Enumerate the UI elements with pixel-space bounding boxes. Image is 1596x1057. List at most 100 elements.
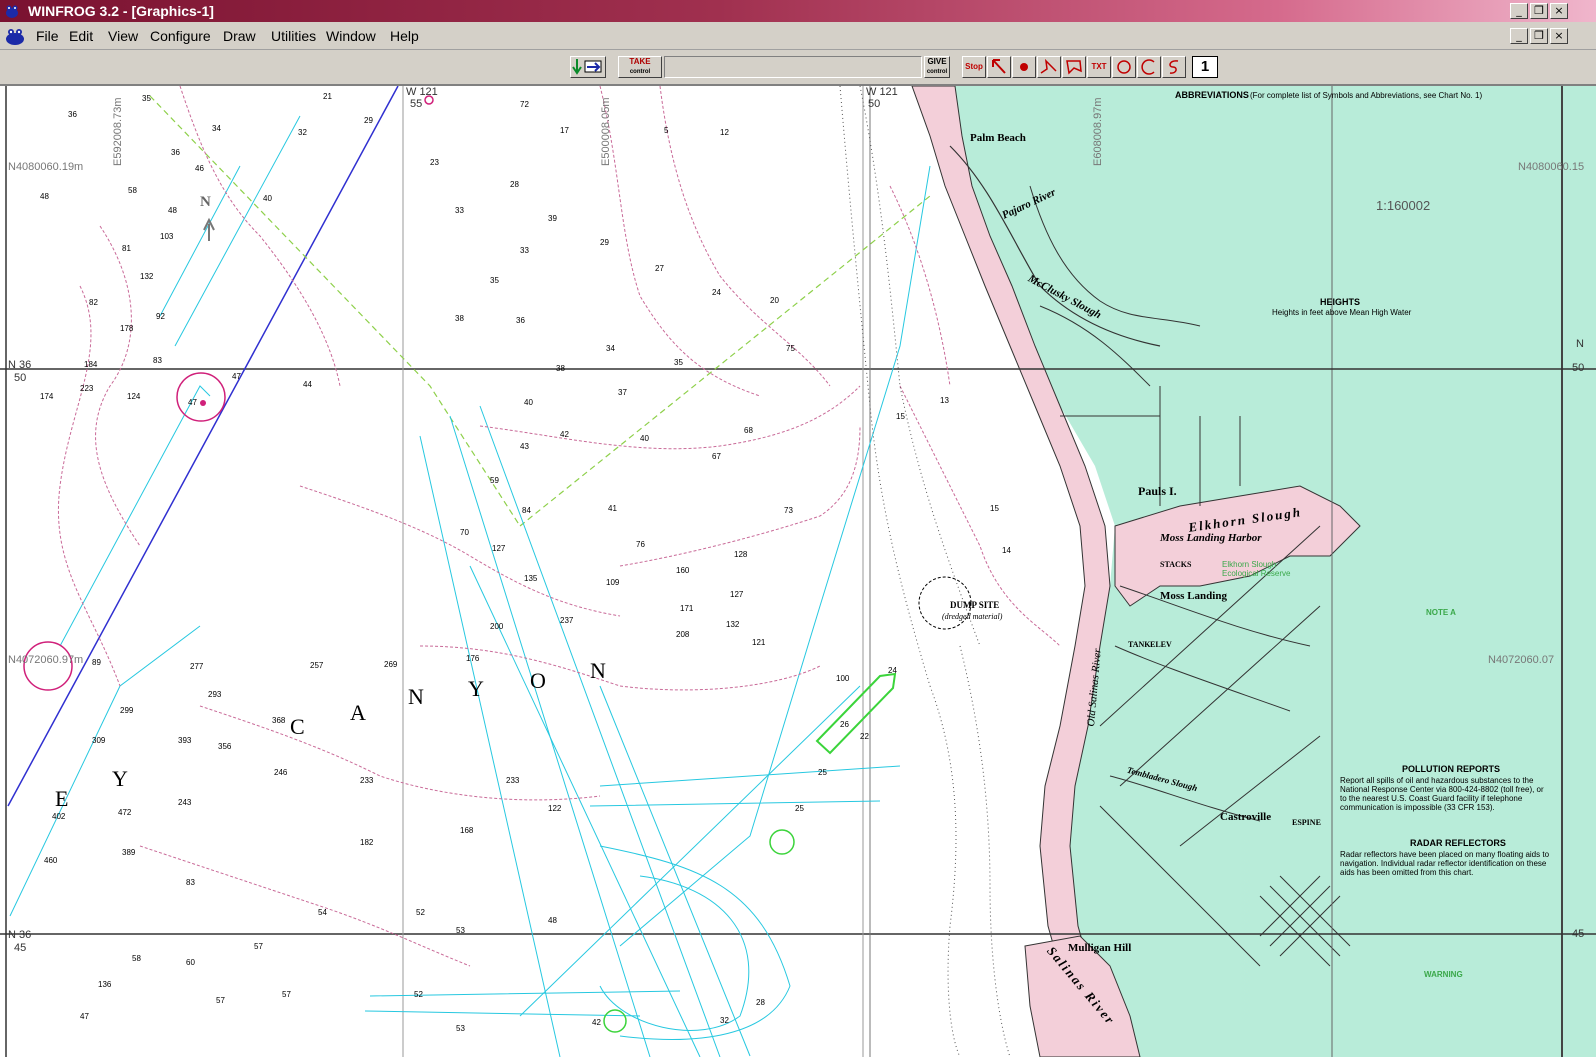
winfrog-app-icon[interactable]	[4, 3, 20, 19]
canyon-letter: N	[408, 684, 426, 709]
menu-configure[interactable]: Configure	[150, 28, 211, 44]
menu-view[interactable]: View	[108, 28, 138, 44]
polyline-tool-button[interactable]	[1037, 56, 1061, 78]
coord-n36-a-min: 50	[14, 372, 27, 384]
menu-bar: File Edit View Configure Draw Utilities …	[0, 22, 1596, 50]
transfer-icon	[572, 59, 602, 75]
canyon-letter: N	[590, 658, 608, 683]
point-icon	[1020, 63, 1028, 71]
select-tool-button[interactable]	[987, 56, 1011, 78]
stop-label: Stop	[965, 62, 983, 71]
reserve-label: Elkhorn Slough Ecological Reserve	[1222, 560, 1291, 578]
polygon-icon	[1066, 60, 1082, 75]
nautical-chart	[0, 86, 1596, 1057]
coord-e-left: E592008.73m	[112, 97, 124, 167]
menu-edit[interactable]: Edit	[69, 28, 93, 44]
curve-tool-button[interactable]	[1162, 56, 1186, 78]
coord-n-top-left: N4080060.19m	[8, 161, 84, 173]
doc-minimize-button[interactable]: _	[1510, 28, 1528, 44]
radar-title: RADAR REFLECTORS	[1410, 838, 1506, 848]
pollution-title: POLLUTION REPORTS	[1402, 764, 1501, 774]
north-label: N	[200, 194, 211, 210]
menu-help[interactable]: Help	[390, 28, 419, 44]
chart-canvas[interactable]: N4080060.19m N4080060.15 N4072060.97m N4…	[0, 86, 1596, 1057]
doc-close-button[interactable]: ×	[1550, 28, 1568, 44]
heights-text: Heights in feet above Mean High Water	[1272, 308, 1412, 317]
give-control-button[interactable]: GIVE control	[924, 56, 950, 78]
give-control-sub: control	[926, 69, 948, 75]
coord-n-right-a-min: 50	[1572, 362, 1585, 374]
place-stacks: STACKS	[1160, 560, 1192, 569]
coord-n-right-b: 45	[1572, 928, 1585, 940]
coord-w121-a: W 121	[406, 86, 438, 98]
abbreviations-subtitle: (For complete list of Symbols and Abbrev…	[1250, 91, 1483, 100]
place-palm-beach: Palm Beach	[970, 132, 1026, 144]
polygon-tool-button[interactable]	[1062, 56, 1086, 78]
coord-e-mid: E500008.05m	[600, 97, 612, 167]
coord-w121-b: W 121	[866, 86, 898, 98]
curve-icon	[1169, 60, 1179, 74]
circle-tool-button[interactable]	[1112, 56, 1136, 78]
coord-n-top-right: N4080060.15	[1518, 161, 1585, 173]
text-tool-label: TXT	[1091, 62, 1107, 71]
menu-utilities[interactable]: Utilities	[271, 28, 316, 44]
coord-w121-b-min: 50	[868, 98, 881, 110]
arc-icon	[1141, 59, 1155, 75]
canyon-letter: C	[290, 714, 307, 739]
place-castroville: Castroville	[1220, 811, 1272, 823]
coord-n36-b-min: 45	[14, 942, 27, 954]
abbreviations-title: ABBREVIATIONS	[1175, 90, 1249, 100]
menu-draw[interactable]: Draw	[223, 28, 256, 44]
note-a-title: NOTE A	[1426, 608, 1456, 617]
toolbar: TAKE control GIVE control Stop TXT 1	[0, 50, 1596, 86]
coord-e-right: E608008.97m	[1092, 97, 1104, 167]
take-control-button[interactable]: TAKE control	[618, 56, 662, 78]
point-tool-button[interactable]	[1012, 56, 1036, 78]
place-dump-site: DUMP SITE	[950, 600, 1000, 610]
close-button[interactable]: ×	[1550, 3, 1568, 19]
stop-button[interactable]: Stop	[962, 56, 986, 78]
place-espine: ESPINE	[1292, 818, 1321, 827]
coord-n-mid-right: N4072060.07	[1488, 654, 1555, 666]
place-pauls-island: Pauls I.	[1138, 484, 1177, 498]
place-dump-site-sub: (dredged material)	[942, 612, 1003, 621]
pollution-text: Report all spills of oil and hazardous s…	[1340, 776, 1544, 812]
canyon-letter: Y	[468, 676, 486, 701]
arc-tool-button[interactable]	[1137, 56, 1161, 78]
heights-title: HEIGHTS	[1320, 297, 1361, 307]
place-tank-elev: ELEV	[1150, 640, 1172, 649]
frog-document-icon[interactable]	[4, 26, 26, 46]
menu-window[interactable]: Window	[326, 28, 376, 44]
coord-n-right-a: N	[1576, 338, 1584, 350]
place-tank: TANK	[1128, 640, 1151, 649]
window-title: WINFROG 3.2 - [Graphics-1]	[28, 3, 214, 19]
doc-restore-button[interactable]: ❐	[1530, 28, 1548, 44]
coord-n36-a: N 36	[8, 359, 32, 371]
transfer-button[interactable]	[570, 56, 606, 78]
status-field	[664, 56, 922, 78]
coord-n36-b: N 36	[8, 929, 32, 941]
buoy-circle	[23, 641, 73, 691]
canyon-letter: E	[55, 786, 71, 811]
arrow-pointer-icon	[992, 59, 1006, 74]
give-control-label: GIVE	[927, 57, 947, 66]
coord-n-mid-left: N4072060.97m	[8, 654, 84, 666]
radar-text: Radar reflectors have been placed on man…	[1340, 850, 1550, 877]
place-moss-landing: Moss Landing	[1160, 590, 1227, 602]
vessel-outline	[815, 672, 897, 755]
place-mulligan-hill: Mulligan Hill	[1068, 942, 1132, 954]
title-bar: WINFROG 3.2 - [Graphics-1] _ ❐ ×	[0, 0, 1596, 22]
buoy-circle	[176, 372, 226, 422]
menu-file[interactable]: File	[36, 28, 59, 44]
take-control-sub: control	[629, 69, 651, 75]
canyon-letter: A	[350, 700, 368, 725]
warning-title: WARNING	[1424, 970, 1463, 979]
coord-w121-a-min: 55	[410, 98, 423, 110]
take-control-label: TAKE	[629, 57, 651, 66]
text-tool-button[interactable]: TXT	[1087, 56, 1111, 78]
circle-icon	[1117, 60, 1131, 74]
place-moss-landing-harbor: Moss Landing Harbor	[1160, 532, 1262, 544]
minimize-button[interactable]: _	[1510, 3, 1528, 19]
page-number[interactable]: 1	[1192, 56, 1218, 78]
restore-button[interactable]: ❐	[1530, 3, 1548, 19]
